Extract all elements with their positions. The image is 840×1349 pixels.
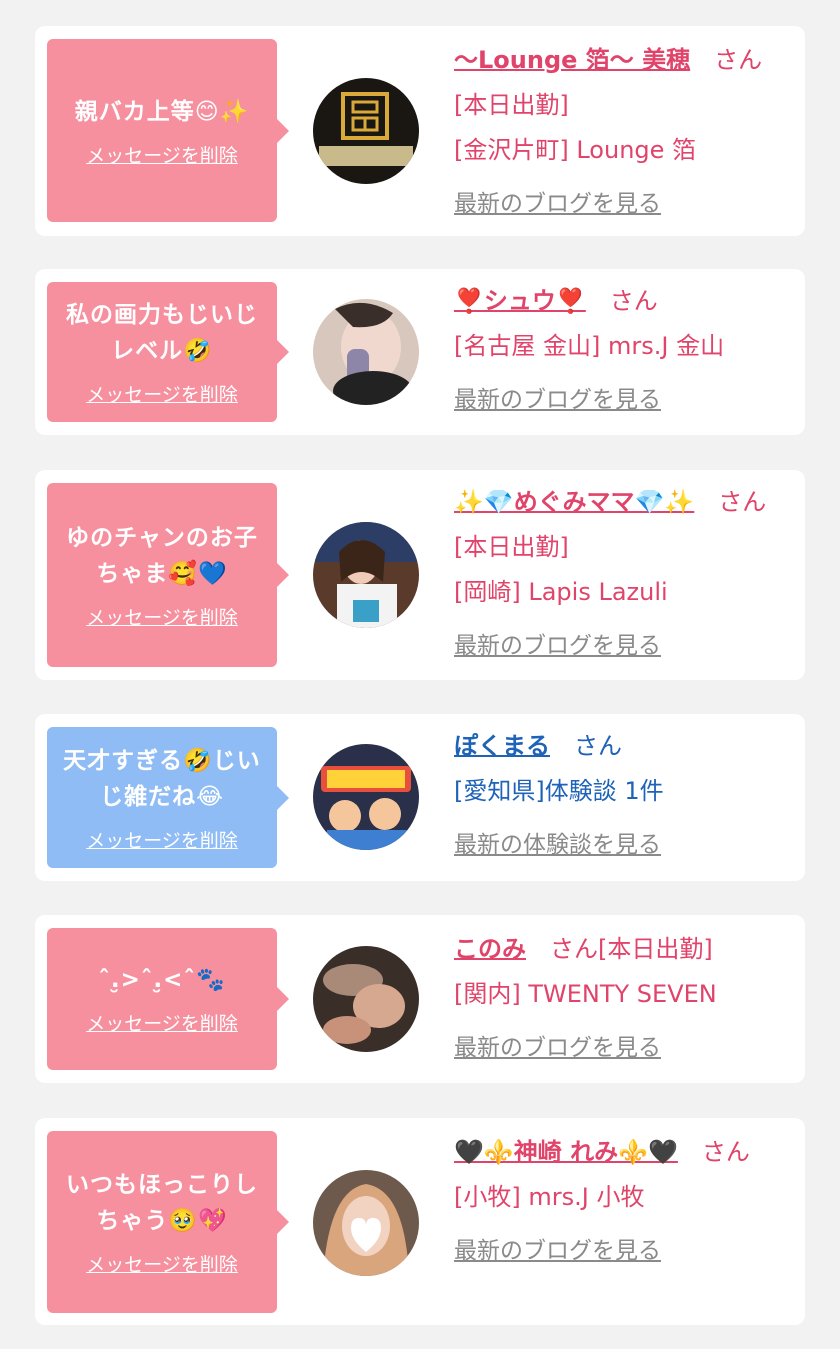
latest-blog-link[interactable]: 最新のブログを見る	[454, 191, 661, 217]
shop-info: [関内] TWENTY SEVEN	[454, 980, 717, 1008]
sender-name-link[interactable]: ぽくまる	[454, 732, 550, 760]
work-status: [本日出勤]	[454, 533, 569, 561]
sender-name-link[interactable]: このみ	[454, 935, 526, 963]
message-bubble: 私の画力もじいじレベル🤣 メッセージを削除	[47, 282, 289, 422]
honorific: さん	[609, 287, 658, 315]
sender-info: ✨💎めぐみママ💎✨ さん [本日出勤] [岡崎] Lapis Lazuli 最新のブ…	[454, 480, 794, 669]
avatar[interactable]	[313, 1170, 419, 1276]
avatar[interactable]	[313, 299, 419, 405]
message-text: 親バカ上等😊✨	[74, 98, 250, 125]
message-text: 天才すぎる🤣じいじ雑だね😂	[63, 747, 261, 810]
message-card: いつもほっこりしちゃう🥹💖 メッセージを削除 🖤⚜️神崎 れみ⚜️🖤 さん [小牧…	[35, 1118, 805, 1325]
latest-blog-link[interactable]: 最新のブログを見る	[454, 633, 661, 659]
sender-info: このみ さん[本日出勤] [関内] TWENTY SEVEN 最新のブログを見る	[454, 927, 794, 1071]
latest-blog-link[interactable]: 最新のブログを見る	[454, 1035, 661, 1061]
message-text: いつもほっこりしちゃう🥹💖	[66, 1172, 258, 1234]
latest-review-link[interactable]: 最新の体験談を見る	[454, 832, 661, 858]
honorific: さん	[574, 732, 622, 760]
work-status: [本日出勤]	[454, 91, 569, 119]
message-bubble: ˆ.̮>ˆ.̮<ˆ🐾 メッセージを削除	[47, 928, 289, 1070]
message-card: 私の画力もじいじレベル🤣 メッセージを削除 ❣️シュウ❣️ さん [名古屋 金山]…	[35, 269, 805, 435]
shop-info: [愛知県]体験談 1件	[454, 777, 664, 805]
sender-info: ❣️シュウ❣️ さん [名古屋 金山] mrs.J 金山 最新のブログを見る	[454, 279, 794, 423]
sender-name-link[interactable]: 〜Lounge 箔〜 美穂	[454, 46, 690, 74]
message-card: 親バカ上等😊✨ メッセージを削除 〜Lounge 箔〜 美穂 さん [本日出勤] …	[35, 26, 805, 236]
delete-message-link[interactable]: メッセージを削除	[86, 1012, 238, 1036]
sender-name-link[interactable]: ❣️シュウ❣️	[454, 287, 586, 315]
sender-info: 🖤⚜️神崎 れみ⚜️🖤 さん [小牧] mrs.J 小牧 最新のブログを見る	[454, 1130, 794, 1274]
sender-info: ぽくまる さん [愛知県]体験談 1件 最新の体験談を見る	[454, 724, 794, 868]
message-card: 天才すぎる🤣じいじ雑だね😂 メッセージを削除 ぽくまる さん [愛知県]体験談 1…	[35, 714, 805, 881]
work-status: [本日出勤]	[598, 935, 713, 963]
sender-name-link[interactable]: 🖤⚜️神崎 れみ⚜️🖤	[454, 1138, 678, 1166]
avatar[interactable]	[313, 522, 419, 628]
avatar[interactable]	[313, 946, 419, 1052]
latest-blog-link[interactable]: 最新のブログを見る	[454, 1238, 661, 1264]
sender-name-link[interactable]: ✨💎めぐみママ💎✨	[454, 488, 694, 516]
message-card: ゆのチャンのお子ちゃま🥰💙 メッセージを削除 ✨💎めぐみママ💎✨ さん [本日出勤]…	[35, 470, 805, 680]
message-card: ˆ.̮>ˆ.̮<ˆ🐾 メッセージを削除 このみ さん[本日出勤] [関内] TWE…	[35, 915, 805, 1083]
honorific: さん	[714, 46, 763, 74]
message-list: 親バカ上等😊✨ メッセージを削除 〜Lounge 箔〜 美穂 さん [本日出勤] …	[0, 0, 840, 1349]
honorific: さん	[718, 488, 767, 516]
message-bubble: 天才すぎる🤣じいじ雑だね😂 メッセージを削除	[47, 727, 289, 868]
message-text: ˆ.̮>ˆ.̮<ˆ🐾	[98, 967, 226, 993]
delete-message-link[interactable]: メッセージを削除	[86, 606, 238, 630]
avatar[interactable]	[313, 744, 419, 850]
avatar[interactable]	[313, 78, 419, 184]
delete-message-link[interactable]: メッセージを削除	[86, 144, 238, 168]
shop-info: [岡崎] Lapis Lazuli	[454, 578, 668, 606]
message-text: 私の画力もじいじレベル🤣	[66, 302, 258, 364]
delete-message-link[interactable]: メッセージを削除	[86, 1253, 238, 1277]
shop-info: [金沢片町] Lounge 箔	[454, 136, 697, 164]
sender-info: 〜Lounge 箔〜 美穂 さん [本日出勤] [金沢片町] Lounge 箔 最…	[454, 38, 794, 227]
shop-info: [小牧] mrs.J 小牧	[454, 1183, 645, 1211]
delete-message-link[interactable]: メッセージを削除	[86, 383, 238, 407]
message-text: ゆのチャンのお子ちゃま🥰💙	[66, 525, 258, 587]
delete-message-link[interactable]: メッセージを削除	[86, 829, 238, 853]
message-bubble: 親バカ上等😊✨ メッセージを削除	[47, 39, 289, 222]
honorific: さん	[701, 1138, 750, 1166]
message-bubble: ゆのチャンのお子ちゃま🥰💙 メッセージを削除	[47, 483, 289, 667]
latest-blog-link[interactable]: 最新のブログを見る	[454, 387, 661, 413]
honorific: さん	[550, 935, 598, 963]
message-bubble: いつもほっこりしちゃう🥹💖 メッセージを削除	[47, 1131, 289, 1313]
shop-info: [名古屋 金山] mrs.J 金山	[454, 332, 725, 360]
